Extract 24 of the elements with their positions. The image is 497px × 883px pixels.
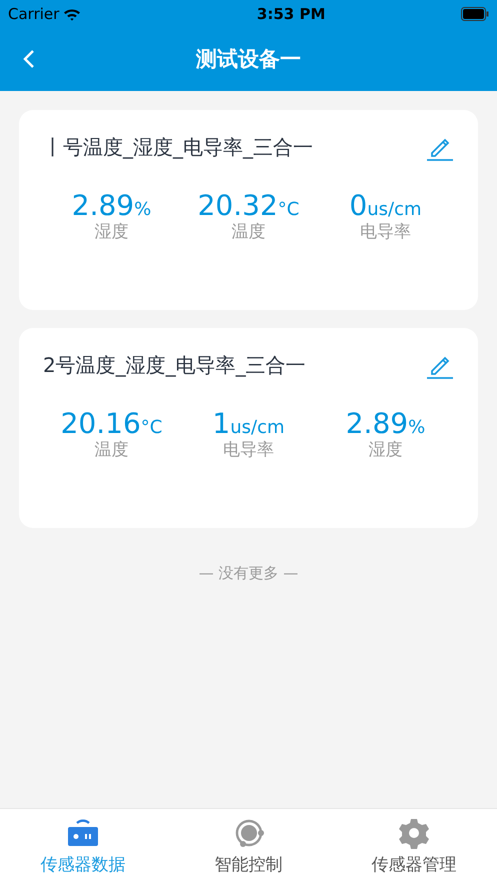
radio-icon (66, 817, 100, 847)
reading-value: 2.89% (346, 410, 426, 438)
reading-label: 湿度 (94, 221, 128, 244)
reading-value: 1us/cm (212, 410, 285, 438)
battery-icon (460, 7, 489, 21)
end-of-list-text: — 没有更多 — (198, 563, 300, 584)
reading-value: 2.89% (72, 192, 152, 220)
reading-label: 温度 (231, 221, 266, 244)
reading-label: 湿度 (368, 439, 402, 462)
carrier-text: Carrier (8, 4, 60, 25)
reading-label: 电导率 (222, 439, 274, 462)
reading-value: 0us/cm (349, 192, 422, 220)
clock-text: 3:53 PM (256, 4, 326, 25)
settings-icon (398, 817, 430, 849)
tab-item[interactable]: 智能控制 (166, 809, 332, 883)
reading-label: 温度 (94, 439, 128, 462)
reading-value: 20.32°C (198, 192, 300, 220)
device-name: 丨号温度_湿度_电导率_三合一 (43, 134, 313, 161)
page-title: 测试设备一 (196, 46, 301, 73)
tab-item[interactable]: 传感器管理 (331, 809, 497, 883)
reading-label: 电导率 (360, 221, 411, 244)
reading-value: 20.16°C (60, 410, 162, 438)
wifi-icon (63, 8, 82, 20)
device-name: 2号温度_湿度_电导率_三合一 (43, 352, 306, 379)
